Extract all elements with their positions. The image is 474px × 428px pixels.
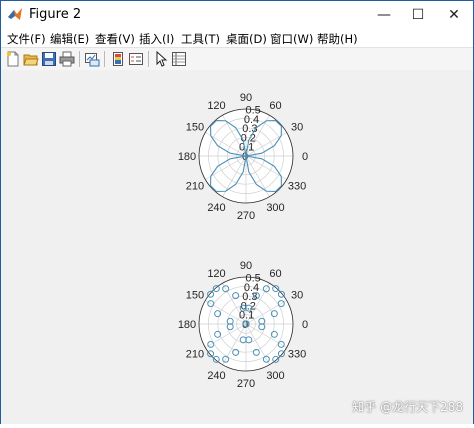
watermark-text: 知乎 @龙行天下288: [352, 400, 463, 414]
menu-desktop[interactable]: 桌面(D): [226, 31, 267, 47]
new-figure-icon[interactable]: [5, 51, 21, 67]
r-tick-label: 0.5: [246, 273, 261, 285]
print-icon[interactable]: [59, 51, 75, 67]
theta-tick-label: 150: [186, 290, 204, 302]
minimize-button[interactable]: —: [367, 1, 401, 29]
theta-tick-label: 0: [302, 151, 308, 163]
property-inspector-icon[interactable]: [171, 51, 187, 67]
toolbar-separator: [148, 51, 149, 67]
theta-tick-label: 180: [178, 151, 196, 163]
theta-tick-label: 60: [269, 100, 281, 112]
colorbar-icon[interactable]: [110, 51, 126, 67]
theta-tick-label: 240: [207, 202, 225, 214]
menu-help[interactable]: 帮助(H): [317, 31, 358, 47]
close-icon: ✕: [448, 7, 460, 23]
figure-axes-container[interactable]: 030609012015018021024027030033000.10.20.…: [1, 70, 473, 424]
menu-window[interactable]: 窗口(W): [270, 31, 313, 47]
theta-tick-label: 150: [186, 122, 204, 134]
legend-icon[interactable]: [128, 51, 144, 67]
menu-view[interactable]: 查看(V): [95, 31, 135, 47]
theta-tick-label: 330: [288, 349, 306, 361]
toolbar-separator: [104, 51, 105, 67]
figure-window: Figure 2 — ☐ ✕ 文件(F) 编辑(E) 查看(V) 插入(I) 工…: [0, 0, 474, 424]
theta-tick-label: 240: [207, 370, 225, 382]
theta-tick-label: 120: [207, 268, 225, 280]
theta-tick-label: 60: [269, 268, 281, 280]
figure-canvas: 0 30 60 90 120 150 180 210 240 270 300 330 0 0.1 0.2 0.…: [1, 70, 473, 424]
maximize-icon: ☐: [411, 7, 425, 23]
r-tick-label: 0.5: [246, 105, 261, 117]
theta-tick-label: 210: [186, 181, 204, 193]
polar-axes-2: 030609012015018021024027030033000.10.20.…: [178, 260, 308, 390]
theta-tick-label: 270: [237, 378, 255, 390]
theta-tick-label: 300: [266, 202, 284, 214]
menu-insert[interactable]: 插入(I): [139, 31, 174, 47]
matlab-logo-icon: [8, 8, 22, 20]
link-plot-icon[interactable]: [84, 51, 100, 67]
theta-tick-label: 210: [186, 349, 204, 361]
theta-tick-label: 30: [291, 122, 303, 134]
menu-edit[interactable]: 编辑(E): [50, 31, 89, 47]
theta-tick-label: 270: [237, 210, 255, 222]
theta-tick-label: 330: [288, 181, 306, 193]
maximize-button[interactable]: ☐: [401, 1, 435, 29]
close-button[interactable]: ✕: [437, 1, 471, 29]
save-icon[interactable]: [41, 51, 57, 67]
theta-tick-label: 0: [302, 319, 308, 331]
title-bar[interactable]: Figure 2 — ☐ ✕: [1, 1, 473, 30]
open-file-icon[interactable]: [23, 51, 39, 67]
window-title: Figure 2: [29, 7, 82, 22]
menu-file[interactable]: 文件(F): [7, 31, 46, 47]
minimize-icon: —: [377, 7, 391, 23]
toolbar-separator: [79, 51, 80, 67]
menu-bar: 文件(F) 编辑(E) 查看(V) 插入(I) 工具(T) 桌面(D) 窗口(W…: [1, 29, 473, 47]
theta-tick-label: 30: [291, 290, 303, 302]
theta-tick-label: 90: [240, 260, 252, 272]
menu-tools[interactable]: 工具(T): [181, 31, 220, 47]
pointer-icon[interactable]: [153, 51, 169, 67]
figure-toolbar: [1, 47, 473, 71]
theta-tick-label: 90: [240, 92, 252, 104]
theta-tick-label: 120: [207, 100, 225, 112]
polar-axes-1: 030609012015018021024027030033000.10.20.…: [178, 92, 308, 222]
theta-tick-label: 300: [266, 370, 284, 382]
theta-tick-label: 180: [178, 319, 196, 331]
